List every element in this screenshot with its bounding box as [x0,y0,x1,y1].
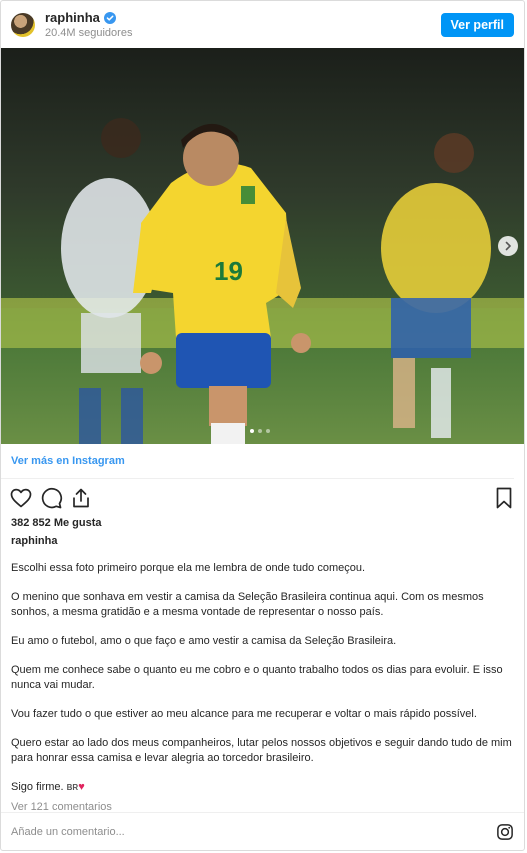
carousel-indicator [250,429,270,433]
user-info: raphinha 20.4M seguidores [45,10,441,39]
chevron-right-icon [505,241,511,251]
caption-paragraph: Sigo firme. [11,781,64,793]
caption-text: Escolhi essa foto primeiro porque ela me… [1,561,524,795]
username-row: raphinha [45,10,441,25]
username[interactable]: raphinha [45,10,100,25]
caption-paragraph: Vou fazer tudo o que estiver ao meu alca… [11,708,477,720]
comment-footer: Añade un comentario... [1,812,524,850]
post-photo[interactable]: 19 [1,48,524,444]
caption-paragraph: Quero estar ao lado dos meus companheiro… [11,737,512,764]
like-heart-icon[interactable] [9,486,33,510]
caption-username[interactable]: raphinha [1,535,524,547]
instagram-logo-icon[interactable] [496,823,514,841]
caption-paragraph: O menino que sonhava em vestir a camisa … [11,591,484,618]
carousel-dot [266,429,270,433]
view-more-link[interactable]: Ver más en Instagram [11,455,125,467]
carousel-dot [250,429,254,433]
caption-paragraph: Quem me conhece sabe o quanto eu me cobr… [11,664,503,691]
avatar[interactable] [11,12,35,37]
carousel-dot [258,429,262,433]
bookmark-icon[interactable] [492,486,516,510]
comment-icon[interactable] [39,486,63,510]
caption-paragraph: Eu amo o futebol, amo o que faço e amo v… [11,635,397,647]
share-icon[interactable] [69,486,93,510]
verified-badge-icon [103,11,116,24]
carousel-next-button[interactable] [498,236,518,256]
caption-paragraph: Escolhi essa foto primeiro porque ela me… [11,562,366,574]
likes-count[interactable]: 382 852 Me gusta [1,517,524,529]
post-header: raphinha 20.4M seguidores Ver perfil [1,1,524,48]
brazil-flag-emoji: BR [66,783,79,792]
jersey-number: 19 [214,256,243,286]
action-bar [1,481,524,515]
view-more-row: Ver más en Instagram [1,444,514,479]
instagram-embed-card: raphinha 20.4M seguidores Ver perfil 19 … [0,0,525,851]
followers-count: 20.4M seguidores [45,27,133,39]
photo-illustration: 19 [1,48,524,444]
view-profile-button[interactable]: Ver perfil [440,12,514,37]
caption-last-line: Sigo firme. BR♥ [11,780,514,795]
add-comment-input[interactable]: Añade un comentario... [11,826,496,838]
heart-emoji-icon: ♥ [78,781,85,793]
